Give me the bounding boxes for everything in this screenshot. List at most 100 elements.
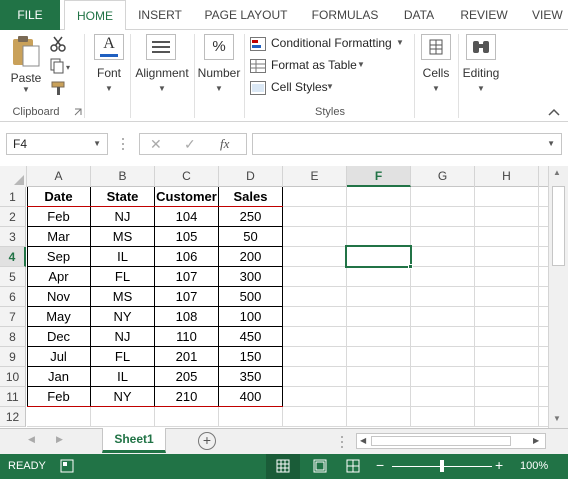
tab-data[interactable]: DATA xyxy=(394,0,444,30)
row-header-12[interactable]: 12 xyxy=(0,407,26,427)
editing-button[interactable]: Editing ▼ xyxy=(460,32,502,102)
column-header-f[interactable]: F xyxy=(347,166,411,187)
collapse-ribbon-icon[interactable] xyxy=(548,108,560,116)
format-painter-icon[interactable] xyxy=(50,80,68,96)
new-sheet-icon[interactable]: + xyxy=(198,432,216,450)
worksheet-grid[interactable]: 1 2 3 4 5 6 7 8 9 10 11 12 Date State Customer Sales Feb… xyxy=(0,187,548,428)
vertical-scroll-thumb[interactable] xyxy=(552,186,565,266)
cells-button[interactable]: Cells ▼ xyxy=(416,32,456,102)
column-header-g[interactable]: G xyxy=(411,166,475,187)
table-cell[interactable]: FL xyxy=(91,347,154,367)
tab-review[interactable]: REVIEW xyxy=(454,0,514,30)
tab-formulas[interactable]: FORMULAS xyxy=(304,0,386,30)
insert-function-icon[interactable]: fx xyxy=(220,136,229,152)
table-cell[interactable]: 110 xyxy=(155,327,218,347)
sheet-tab-sheet1[interactable]: Sheet1 xyxy=(102,428,166,453)
active-cell-f4[interactable] xyxy=(345,245,412,268)
table-cell[interactable]: 106 xyxy=(155,247,218,267)
column-header-b[interactable]: B xyxy=(91,166,155,187)
table-cell[interactable]: Jan xyxy=(27,367,90,387)
font-button[interactable]: A Font ▼ xyxy=(90,32,128,102)
scroll-down-icon[interactable]: ▼ xyxy=(553,414,561,423)
horizontal-scroll-thumb[interactable] xyxy=(371,436,511,446)
table-cell[interactable]: Feb xyxy=(27,207,90,227)
copy-icon[interactable]: ▾ xyxy=(50,58,72,74)
table-cell[interactable]: 205 xyxy=(155,367,218,387)
table-cell[interactable]: 107 xyxy=(155,267,218,287)
table-cell[interactable]: Nov xyxy=(27,287,90,307)
row-header-8[interactable]: 8 xyxy=(0,327,26,347)
table-cell[interactable]: NY xyxy=(91,307,154,327)
table-header-cell[interactable]: Date xyxy=(27,187,90,207)
scroll-right-icon[interactable]: ▶ xyxy=(533,436,539,445)
zoom-level[interactable]: 100% xyxy=(520,460,548,472)
table-cell[interactable]: 201 xyxy=(155,347,218,367)
column-header-h[interactable]: H xyxy=(475,166,539,187)
name-box[interactable]: F4 ▼ xyxy=(6,133,108,155)
table-cell[interactable]: May xyxy=(27,307,90,327)
table-cell[interactable]: 105 xyxy=(155,227,218,247)
table-cell[interactable]: IL xyxy=(91,367,154,387)
row-header-9[interactable]: 9 xyxy=(0,347,26,367)
table-cell[interactable]: 150 xyxy=(219,347,282,367)
table-cell[interactable]: 500 xyxy=(219,287,282,307)
vertical-scrollbar[interactable]: ▲ ▼ xyxy=(548,166,568,428)
table-cell[interactable]: 250 xyxy=(219,207,282,227)
paste-button[interactable]: Paste ▼ xyxy=(8,34,44,100)
number-button[interactable]: % Number ▼ xyxy=(196,32,242,102)
row-header-2[interactable]: 2 xyxy=(0,207,26,227)
tab-view[interactable]: VIEW xyxy=(526,0,568,30)
table-header-cell[interactable]: Customer xyxy=(155,187,218,207)
table-cell[interactable]: NJ xyxy=(91,327,154,347)
table-cell[interactable]: MS xyxy=(91,287,154,307)
table-cell[interactable]: 104 xyxy=(155,207,218,227)
cancel-icon[interactable]: ✕ xyxy=(150,136,162,153)
table-cell[interactable]: NJ xyxy=(91,207,154,227)
scroll-up-icon[interactable]: ▲ xyxy=(553,168,561,177)
page-layout-view-icon[interactable] xyxy=(313,459,327,473)
table-cell[interactable]: Apr xyxy=(27,267,90,287)
table-cell[interactable]: 107 xyxy=(155,287,218,307)
table-cell[interactable]: 300 xyxy=(219,267,282,287)
cell-styles-button[interactable]: Cell Styles ▼ xyxy=(250,79,350,97)
row-header-5[interactable]: 5 xyxy=(0,267,26,287)
table-cell[interactable]: Jul xyxy=(27,347,90,367)
table-cell[interactable]: 210 xyxy=(155,387,218,407)
table-cell[interactable]: 100 xyxy=(219,307,282,327)
column-header-d[interactable]: D xyxy=(219,166,283,187)
macro-record-icon[interactable] xyxy=(60,459,74,473)
horizontal-scrollbar[interactable]: ◀ ▶ xyxy=(356,433,546,449)
format-as-table-button[interactable]: Format as Table ▼ xyxy=(250,57,370,75)
table-header-cell[interactable]: Sales xyxy=(219,187,282,207)
column-header-e[interactable]: E xyxy=(283,166,347,187)
column-header-a[interactable]: A xyxy=(27,166,91,187)
row-header-1[interactable]: 1 xyxy=(0,187,26,207)
zoom-in-icon[interactable]: + xyxy=(495,457,503,473)
table-header-cell[interactable]: State xyxy=(91,187,154,207)
table-cell[interactable]: NY xyxy=(91,387,154,407)
dialog-launcher-icon[interactable] xyxy=(74,108,82,116)
prev-sheet-icon[interactable]: ◀ xyxy=(28,434,35,445)
table-cell[interactable]: FL xyxy=(91,267,154,287)
fill-handle[interactable] xyxy=(408,264,413,269)
select-all-corner[interactable] xyxy=(0,166,27,187)
alignment-button[interactable]: Alignment ▼ xyxy=(132,32,192,102)
table-cell[interactable]: Sep xyxy=(27,247,90,267)
tab-insert[interactable]: INSERT xyxy=(132,0,188,30)
normal-view-button[interactable] xyxy=(266,454,300,479)
enter-icon[interactable]: ✓ xyxy=(184,136,196,153)
table-cell[interactable]: Feb xyxy=(27,387,90,407)
row-header-7[interactable]: 7 xyxy=(0,307,26,327)
row-header-6[interactable]: 6 xyxy=(0,287,26,307)
table-cell[interactable]: 50 xyxy=(219,227,282,247)
table-cell[interactable]: IL xyxy=(91,247,154,267)
table-cell[interactable]: 200 xyxy=(219,247,282,267)
scroll-left-icon[interactable]: ◀ xyxy=(360,436,366,445)
row-header-4[interactable]: 4 xyxy=(0,247,26,267)
row-header-10[interactable]: 10 xyxy=(0,367,26,387)
table-cell[interactable]: Mar xyxy=(27,227,90,247)
next-sheet-icon[interactable]: ▶ xyxy=(56,434,63,445)
cut-icon[interactable] xyxy=(50,36,66,52)
table-cell[interactable]: MS xyxy=(91,227,154,247)
name-box-dropdown-icon[interactable]: ▼ xyxy=(93,134,101,154)
